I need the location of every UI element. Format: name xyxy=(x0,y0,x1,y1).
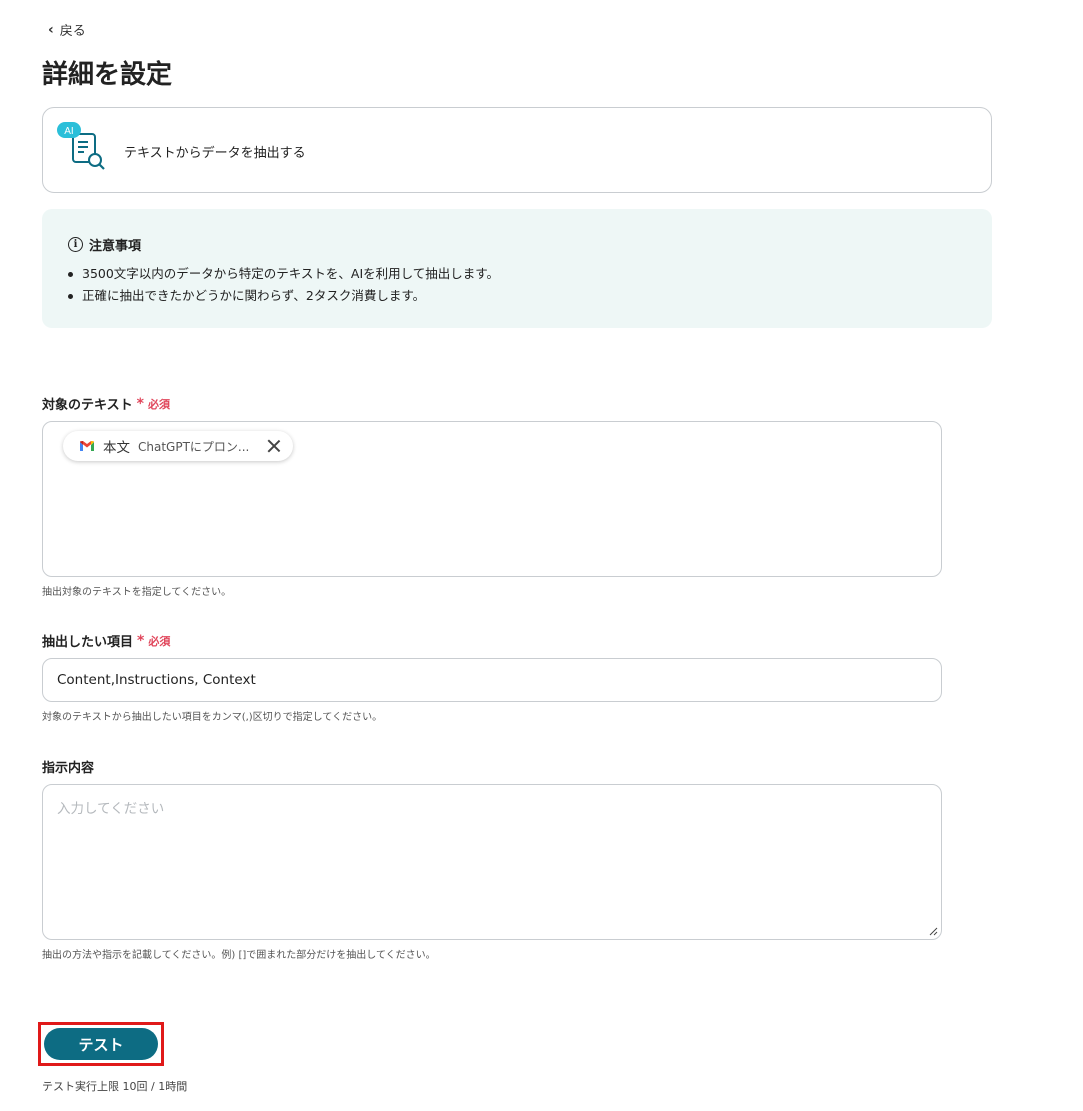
ai-document-search-icon: AI xyxy=(57,122,105,170)
chip-name: 本文 xyxy=(103,440,130,456)
notice-title: 注意事項 xyxy=(89,239,142,254)
extract-items-label-text: 抽出したい項目 xyxy=(42,635,134,650)
chevron-left-icon: ‹ xyxy=(48,21,54,38)
page-title: 詳細を設定 xyxy=(42,60,173,90)
notice-item: 正確に抽出できたかどうかに関わらず、2タスク消費します。 xyxy=(68,285,499,307)
test-limit-note: テスト実行上限 10回 / 1時間 xyxy=(42,1080,188,1093)
resize-handle-icon[interactable] xyxy=(928,926,938,936)
target-text-label-text: 対象のテキスト xyxy=(42,398,133,413)
variable-chip[interactable]: 本文 ChatGPTにプロン... xyxy=(63,431,294,461)
target-text-label: 対象のテキスト * 必須 xyxy=(42,394,170,414)
test-button[interactable]: テスト xyxy=(44,1028,158,1060)
ai-badge: AI xyxy=(64,126,73,137)
action-card: AI テキストからデータを抽出する xyxy=(42,107,992,193)
chip-source: ChatGPTにプロン... xyxy=(138,439,250,454)
gmail-icon xyxy=(80,441,94,451)
extract-items-hint: 対象のテキストから抽出したい項目をカンマ(,)区切りで指定してください。 xyxy=(42,712,383,723)
required-badge: 必須 xyxy=(148,634,171,648)
notice-item: 3500文字以内のデータから特定のテキストを、AIを利用して抽出します。 xyxy=(68,263,499,285)
instructions-placeholder: 入力してください xyxy=(57,801,165,817)
required-badge: 必須 xyxy=(147,397,170,411)
instructions-label-text: 指示内容 xyxy=(42,761,95,776)
target-text-hint: 抽出対象のテキストを指定してください。 xyxy=(42,587,232,598)
notice-box: i 注意事項 3500文字以内のデータから特定のテキストを、AIを利用して抽出し… xyxy=(42,209,992,328)
back-link[interactable]: ‹ 戻る xyxy=(48,20,86,40)
info-icon: i xyxy=(68,237,83,252)
instructions-hint: 抽出の方法や指示を記載してください。例) []で囲まれた部分だけを抽出してくださ… xyxy=(42,950,436,961)
close-icon[interactable] xyxy=(267,439,281,453)
extract-items-input[interactable]: Content,Instructions, Context xyxy=(42,658,942,702)
target-text-field[interactable]: 本文 ChatGPTにプロン... xyxy=(42,421,942,577)
notice-list: 3500文字以内のデータから特定のテキストを、AIを利用して抽出します。 正確に… xyxy=(68,263,499,307)
instructions-label: 指示内容 xyxy=(42,757,94,776)
action-label: テキストからデータを抽出する xyxy=(124,146,306,161)
required-asterisk-icon: * xyxy=(136,395,144,412)
instructions-textarea[interactable]: 入力してください xyxy=(42,784,942,940)
required-asterisk-icon: * xyxy=(137,632,145,649)
notice-header: i 注意事項 xyxy=(68,235,141,254)
extract-items-label: 抽出したい項目 * 必須 xyxy=(42,631,171,651)
back-label: 戻る xyxy=(59,24,86,39)
